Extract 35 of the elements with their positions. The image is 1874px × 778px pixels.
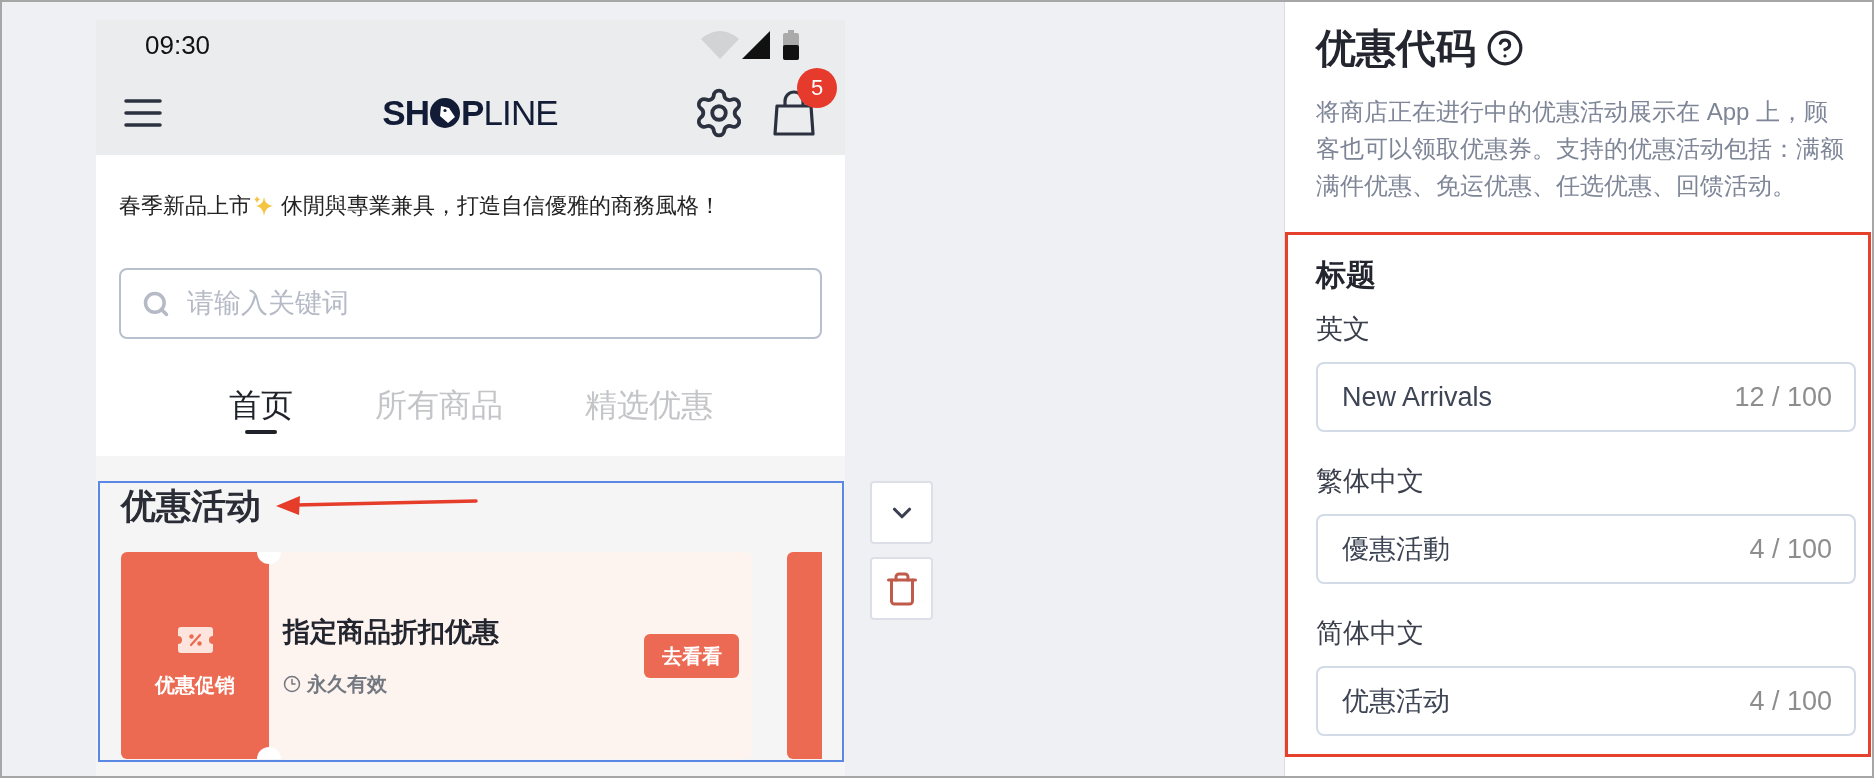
field-label: 英文 — [1316, 313, 1370, 346]
panel-description: 将商店正在进行中的优惠活动展示在 App 上，顾客也可以领取优惠券。支持的优惠活动包括：满额满件优惠、免运优惠、任选优惠、回馈活动。 — [1316, 97, 1845, 201]
character-counter: 4 / 100 — [1749, 685, 1832, 718]
logo-text: PLINE — [461, 95, 558, 130]
announcement-text: 休閒與專業兼具，打造自信優雅的商務風格！ — [281, 192, 721, 220]
search-field[interactable]: 请输入关键词 — [119, 268, 822, 339]
section-title: 标题 — [1316, 257, 1376, 293]
delete-button[interactable] — [870, 557, 933, 620]
clock-icon — [283, 674, 301, 693]
search-icon — [142, 290, 170, 318]
signal-icon — [742, 31, 770, 59]
battery-icon — [783, 30, 799, 60]
coupon-card[interactable]: 优惠促销 指定商品折扣优惠 永久有效 去看看 — [121, 552, 752, 759]
status-time: 09:30 — [145, 28, 211, 62]
tab[interactable]: 首页 — [228, 385, 293, 434]
logo-mark-icon — [430, 97, 461, 128]
count-badge: 5 — [797, 67, 837, 108]
coupon-label: 优惠促销 — [155, 672, 235, 697]
panel-title: 优惠代码 — [1316, 26, 1476, 70]
sparkle-icon — [252, 195, 274, 217]
ticket-icon — [177, 626, 213, 653]
wifi-icon — [701, 31, 739, 59]
coupon-title: 指定商品折扣优惠 — [283, 615, 500, 649]
menu-icon[interactable] — [124, 98, 162, 127]
logo-text: SH — [382, 95, 430, 130]
announcement-text: 春季新品上市 — [119, 192, 251, 220]
field-label: 繁体中文 — [1316, 465, 1424, 498]
character-counter: 12 / 100 — [1734, 381, 1832, 414]
validity-text: 永久有效 — [307, 671, 387, 697]
help-icon[interactable] — [1486, 29, 1524, 67]
promotion-block[interactable]: 优惠活动 优惠促销 指定商品折扣优惠 永久有效 去看看 — [98, 481, 844, 762]
character-counter: 4 / 100 — [1749, 533, 1832, 566]
promotion-title: 优惠活动 — [121, 485, 261, 527]
coupon-notch — [257, 552, 281, 564]
field-label: 简体中文 — [1316, 617, 1424, 650]
